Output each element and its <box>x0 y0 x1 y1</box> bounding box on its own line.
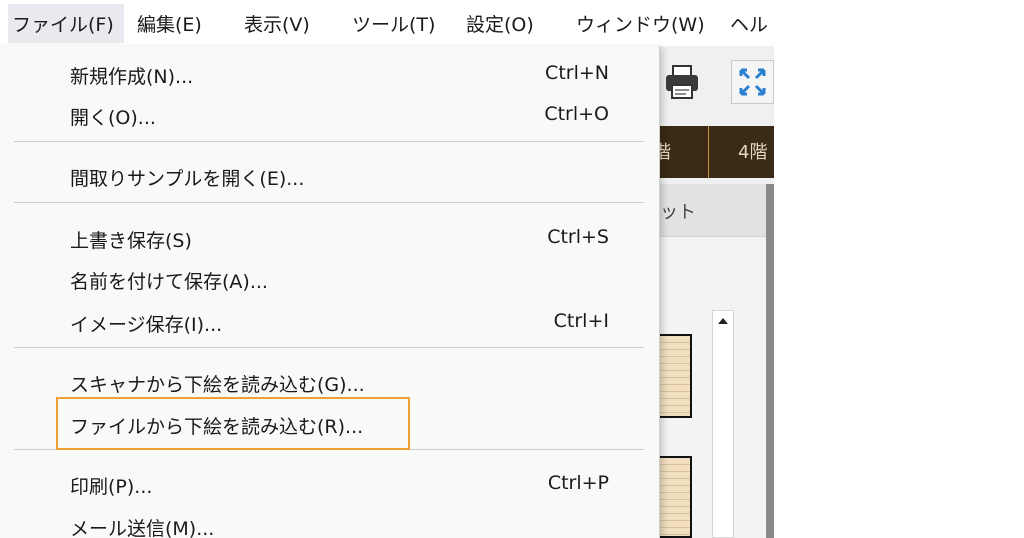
menu-window[interactable]: ウィンドウ(W) <box>576 10 705 37</box>
menu-separator <box>14 202 644 203</box>
menu-item-print[interactable]: 印刷(P)... Ctrl+P <box>0 462 659 504</box>
menu-item-shortcut: Ctrl+S <box>547 226 609 248</box>
fit-to-screen-icon <box>739 68 766 96</box>
menu-item-open[interactable]: 開く(O)... Ctrl+O <box>0 93 659 135</box>
highlight-box <box>56 397 410 450</box>
menu-item-label: 上書き保存(S) <box>70 230 192 252</box>
menu-item-label: 間取りサンプルを開く(E)... <box>70 168 305 190</box>
menu-item-save-image[interactable]: イメージ保存(I)... Ctrl+I <box>0 300 659 342</box>
menu-item-shortcut: Ctrl+O <box>544 103 609 125</box>
application-window: ファイル(F) 編集(E) 表示(V) ツール(T) 設定(O) ウィンドウ(W… <box>0 0 774 538</box>
floor-tab-divider <box>708 126 709 178</box>
menu-item-new[interactable]: 新規作成(N)... Ctrl+N <box>0 52 659 94</box>
menu-tools[interactable]: ツール(T) <box>352 10 435 37</box>
panel-divider <box>766 184 774 538</box>
menu-settings[interactable]: 設定(O) <box>466 10 534 37</box>
scroll-up-arrow-icon[interactable] <box>713 311 733 333</box>
fit-to-screen-button[interactable] <box>731 60 774 104</box>
print-button[interactable] <box>660 60 704 104</box>
vertical-scrollbar[interactable] <box>712 310 734 538</box>
panel-header-label: ット <box>660 202 696 223</box>
menu-item-label: メール送信(M)... <box>70 518 215 538</box>
menu-file[interactable]: ファイル(F) <box>8 4 124 43</box>
menu-item-label: スキャナから下絵を読み込む(G)... <box>70 374 365 396</box>
menu-item-import-from-scanner[interactable]: スキャナから下絵を読み込む(G)... <box>0 360 659 402</box>
menu-view[interactable]: 表示(V) <box>244 10 310 37</box>
menu-item-save-as[interactable]: 名前を付けて保存(A)... <box>0 257 659 299</box>
menu-item-label: 新規作成(N)... <box>70 66 194 88</box>
menu-item-label: 印刷(P)... <box>70 476 153 498</box>
menu-bar: ファイル(F) 編集(E) 表示(V) ツール(T) 設定(O) ウィンドウ(W… <box>0 0 774 46</box>
menu-item-send-mail[interactable]: メール送信(M)... <box>0 504 659 538</box>
menu-separator <box>14 347 644 348</box>
menu-item-shortcut: Ctrl+N <box>545 62 609 84</box>
menu-item-save[interactable]: 上書き保存(S) Ctrl+S <box>0 216 659 258</box>
floor-tab-4f[interactable]: 4階 <box>738 138 767 164</box>
menu-item-open-sample[interactable]: 間取りサンプルを開く(E)... <box>0 154 659 196</box>
printer-icon <box>666 65 698 99</box>
menu-item-shortcut: Ctrl+I <box>553 310 609 332</box>
menu-separator <box>14 141 644 142</box>
menu-edit[interactable]: 編集(E) <box>137 10 202 37</box>
file-menu-dropdown: 新規作成(N)... Ctrl+N 開く(O)... Ctrl+O 間取りサンプ… <box>0 46 660 538</box>
menu-item-shortcut: Ctrl+P <box>547 472 609 494</box>
menu-item-label: 名前を付けて保存(A)... <box>70 271 268 293</box>
menu-help[interactable]: ヘル <box>730 10 768 37</box>
menu-item-label: 開く(O)... <box>70 107 156 129</box>
menu-item-label: イメージ保存(I)... <box>70 314 223 336</box>
